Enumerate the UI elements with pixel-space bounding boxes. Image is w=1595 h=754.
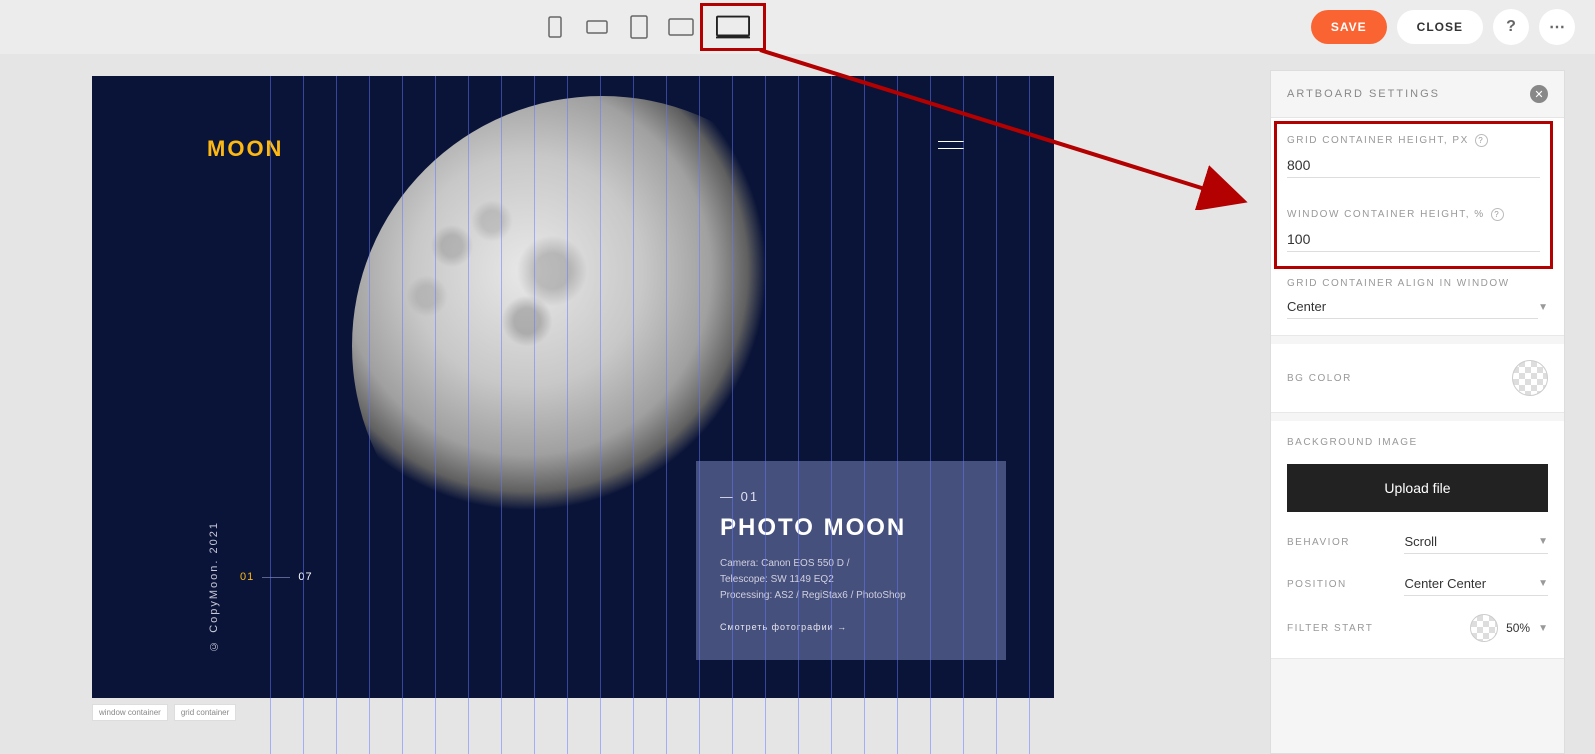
filter-start-label: FILTER START — [1287, 623, 1373, 634]
container-labels: window container grid container — [92, 704, 236, 721]
bgimage-label: BACKGROUND IMAGE — [1287, 437, 1548, 448]
hamburger-icon[interactable] — [938, 141, 964, 155]
pager-line — [262, 577, 290, 578]
field-behavior: BEHAVIOR Scroll ▼ — [1287, 530, 1548, 554]
chevron-down-icon: ▼ — [1538, 302, 1548, 313]
grid-height-input[interactable] — [1287, 153, 1540, 178]
card-processing: Processing: AS2 / RegiStax6 / PhotoShop — [720, 588, 982, 604]
behavior-label: BEHAVIOR — [1287, 537, 1350, 548]
align-label: GRID CONTAINER ALIGN IN WINDOW — [1287, 278, 1548, 289]
help-icon[interactable]: ? — [1475, 134, 1488, 147]
sidebar-header: ARTBOARD SETTINGS ✕ — [1271, 71, 1564, 118]
label-grid-container[interactable]: grid container — [174, 704, 236, 721]
highlight-annotation: GRID CONTAINER HEIGHT, PX ? WINDOW CONTA… — [1275, 122, 1552, 268]
chevron-down-icon: ▼ — [1538, 578, 1548, 589]
section-bgimage: BACKGROUND IMAGE Upload file BEHAVIOR Sc… — [1271, 421, 1564, 659]
artboard[interactable]: MOON © CopyMoon. 2021 01 07 01 PHOTO MOO… — [92, 76, 1054, 698]
more-button[interactable]: ⋯ — [1539, 9, 1575, 45]
upload-file-button[interactable]: Upload file — [1287, 464, 1548, 512]
window-height-label: WINDOW CONTAINER HEIGHT, % ? — [1287, 208, 1540, 221]
device-tablet-portrait[interactable] — [624, 12, 654, 42]
card-camera: Camera: Canon EOS 550 D / — [720, 556, 982, 572]
topbar: SAVE CLOSE ? ⋯ — [0, 0, 1595, 54]
position-select[interactable]: Center Center ▼ — [1404, 572, 1548, 596]
bgcolor-swatch[interactable] — [1512, 360, 1548, 396]
section-bgcolor: BG COLOR — [1271, 344, 1564, 413]
filter-swatch[interactable] — [1470, 614, 1498, 642]
pager-current: 01 — [240, 571, 254, 583]
save-button[interactable]: SAVE — [1311, 10, 1387, 44]
help-icon[interactable]: ? — [1491, 208, 1504, 221]
canvas-area[interactable]: MOON © CopyMoon. 2021 01 07 01 PHOTO MOO… — [0, 54, 1285, 754]
settings-sidebar: ARTBOARD SETTINGS ✕ GRID CONTAINER HEIGH… — [1270, 70, 1565, 754]
sidebar-title: ARTBOARD SETTINGS — [1287, 88, 1440, 100]
topbar-actions: SAVE CLOSE ? ⋯ — [1311, 9, 1575, 45]
close-button[interactable]: CLOSE — [1397, 10, 1483, 44]
device-tablet-landscape[interactable] — [666, 12, 696, 42]
card-number: 01 — [720, 489, 982, 504]
align-select[interactable]: Center ▼ — [1287, 295, 1548, 319]
device-desktop[interactable] — [708, 11, 758, 43]
section-heights: GRID CONTAINER HEIGHT, PX ? WINDOW CONTA… — [1271, 118, 1564, 336]
position-label: POSITION — [1287, 579, 1347, 590]
card-link[interactable]: Смотреть фотографии → — [720, 622, 982, 632]
field-filter-start: FILTER START 50% ▼ — [1287, 614, 1548, 642]
bgcolor-label: BG COLOR — [1287, 373, 1352, 384]
window-height-input[interactable] — [1287, 227, 1540, 252]
close-panel-icon[interactable]: ✕ — [1530, 85, 1548, 103]
field-grid-height: GRID CONTAINER HEIGHT, PX ? — [1287, 134, 1540, 178]
device-switcher — [540, 11, 758, 43]
align-value: Center — [1287, 295, 1538, 319]
logo-text: MOON — [207, 136, 283, 162]
device-phone-portrait[interactable] — [540, 12, 570, 42]
field-position: POSITION Center Center ▼ — [1287, 572, 1548, 596]
help-button[interactable]: ? — [1493, 9, 1529, 45]
card-title: PHOTO MOON — [720, 514, 982, 542]
device-phone-landscape[interactable] — [582, 12, 612, 42]
grid-height-label: GRID CONTAINER HEIGHT, PX ? — [1287, 134, 1540, 147]
field-window-height: WINDOW CONTAINER HEIGHT, % ? — [1287, 208, 1540, 252]
pager: 01 07 — [240, 571, 313, 583]
filter-start-control[interactable]: 50% ▼ — [1470, 614, 1548, 642]
label-window-container[interactable]: window container — [92, 704, 168, 721]
info-card: 01 PHOTO MOON Camera: Canon EOS 550 D / … — [696, 461, 1006, 660]
copyright-text: © CopyMoon. 2021 — [208, 521, 220, 652]
behavior-select[interactable]: Scroll ▼ — [1404, 530, 1548, 554]
card-telescope: Telescope: SW 1149 EQ2 — [720, 572, 982, 588]
pager-total: 07 — [298, 571, 312, 583]
card-details: Camera: Canon EOS 550 D / Telescope: SW … — [720, 556, 982, 604]
field-align: GRID CONTAINER ALIGN IN WINDOW Center ▼ — [1287, 278, 1548, 319]
chevron-down-icon: ▼ — [1538, 623, 1548, 634]
chevron-down-icon: ▼ — [1538, 536, 1548, 547]
